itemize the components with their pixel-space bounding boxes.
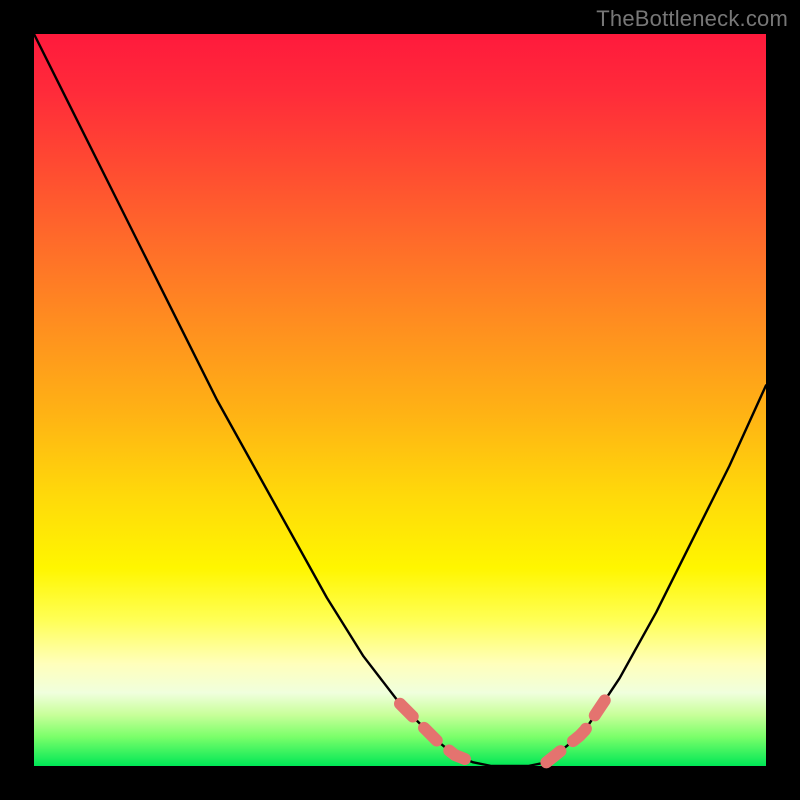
dash-left xyxy=(400,704,473,763)
curve-path xyxy=(34,34,766,766)
curve-svg xyxy=(34,34,766,766)
watermark-label: TheBottleneck.com xyxy=(596,6,788,32)
dash-right xyxy=(546,689,612,762)
chart-frame: TheBottleneck.com xyxy=(0,0,800,800)
plot-area xyxy=(34,34,766,766)
